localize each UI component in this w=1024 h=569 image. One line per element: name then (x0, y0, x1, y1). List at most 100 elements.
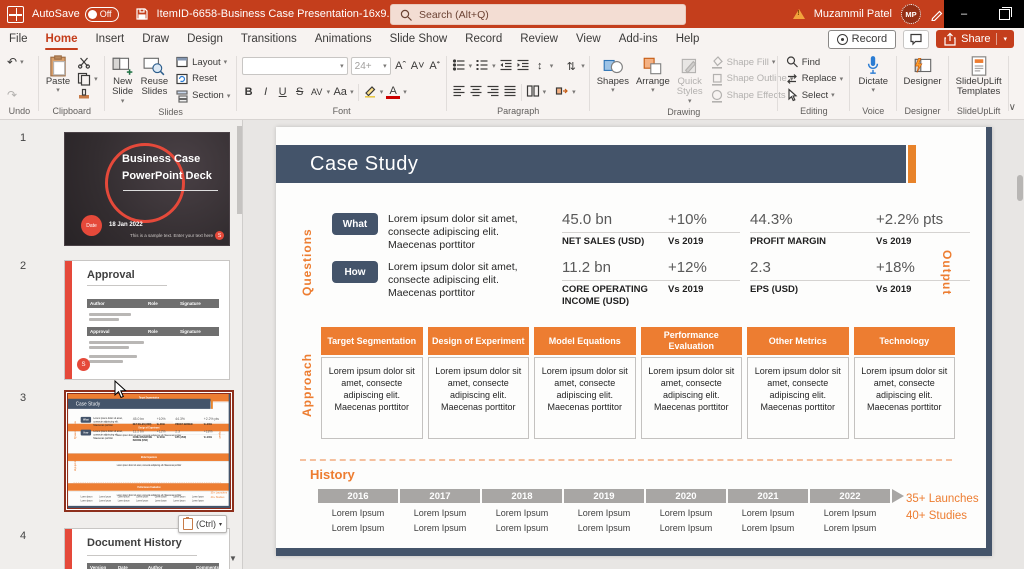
designer-button[interactable]: Designer (902, 53, 944, 105)
cut-button[interactable] (75, 55, 100, 69)
slide-thumbnail-3-selected[interactable]: Case Study Questions WhatLorem ipsum dol… (64, 390, 234, 512)
canvas-scrollbar[interactable] (1017, 175, 1023, 201)
tab-review[interactable]: Review (511, 28, 567, 50)
share-dropdown-caret-icon[interactable]: ▾ (1003, 35, 1007, 43)
shrink-font-button[interactable]: A˅ (411, 60, 425, 72)
question-row[interactable]: HowLorem ipsum dolor sit amet, consecte … (332, 261, 540, 300)
ink-pen-icon[interactable] (930, 7, 944, 21)
smartart-button[interactable] (555, 84, 569, 101)
thumbnail-scroll-down-icon[interactable]: ▼ (229, 554, 237, 563)
new-slide-button[interactable]: New Slide▾ (110, 53, 136, 106)
record-button[interactable]: Record (828, 30, 896, 49)
autosave-toggle[interactable]: Off (85, 7, 119, 22)
strikethrough-button[interactable]: S (293, 86, 307, 98)
autosave-control[interactable]: AutoSave Off (32, 7, 119, 22)
paste-options-button[interactable]: (Ctrl) ▾ (178, 515, 227, 533)
line-spacing-button[interactable]: ↕ (533, 60, 547, 72)
font-color-button[interactable]: A (386, 86, 400, 99)
approach-box[interactable]: Target SegmentationLorem ipsum dolor sit… (321, 327, 423, 439)
shapes-button[interactable]: Shapes▾ (595, 53, 631, 106)
comments-button[interactable] (903, 30, 929, 49)
tab-help[interactable]: Help (667, 28, 709, 50)
bold-button[interactable]: B (242, 86, 256, 98)
user-name[interactable]: Muzammil Patel (814, 8, 892, 20)
copy-button[interactable]: ▾ (75, 72, 100, 86)
tab-view[interactable]: View (567, 28, 610, 50)
tab-draw[interactable]: Draw (133, 28, 178, 50)
replace-button[interactable]: Replace▾ (783, 72, 845, 86)
powerpoint-app-icon[interactable] (7, 6, 24, 23)
approach-box[interactable]: Design of ExperimentLorem ipsum dolor si… (428, 327, 530, 439)
tab-design[interactable]: Design (178, 28, 232, 50)
tab-home[interactable]: Home (37, 28, 87, 50)
underline-button[interactable]: U (276, 86, 290, 98)
reuse-slides-button[interactable]: Reuse Slides (139, 53, 170, 106)
approach-box[interactable]: Performance EvaluationLorem ipsum dolor … (641, 327, 743, 439)
tab-animations[interactable]: Animations (306, 28, 381, 50)
redo-button[interactable]: ↷ (5, 88, 34, 102)
clear-formatting-button[interactable]: A𝆴 (428, 60, 442, 73)
slide-canvas[interactable]: Case Study Questions WhatLorem ipsum dol… (243, 120, 1024, 569)
text-highlight-button[interactable] (363, 84, 377, 101)
tab-record[interactable]: Record (456, 28, 511, 50)
arrange-button[interactable]: Arrange▾ (634, 53, 672, 106)
question-row[interactable]: WhatLorem ipsum dolor sit amet, consecte… (332, 213, 540, 252)
approach-box[interactable]: TechnologyLorem ipsum dolor sit amet, co… (854, 327, 956, 439)
approach-box[interactable]: Other MetricsLorem ipsum dolor sit amet,… (747, 327, 849, 439)
slide-editing-area[interactable]: Case Study Questions WhatLorem ipsum dol… (68, 394, 230, 508)
search-input[interactable]: Search (Alt+Q) (390, 4, 686, 25)
save-icon[interactable] (135, 7, 149, 21)
slideuplift-templates-button[interactable]: SlideUpLift Templates (954, 53, 1004, 105)
undo-button[interactable]: ↶▾ (5, 55, 34, 69)
paste-button[interactable]: Paste ▾ (44, 53, 72, 105)
slide-thumbnail-4[interactable]: Document History Version Date Author Com… (64, 528, 230, 569)
change-case-button[interactable]: Aa (333, 86, 347, 98)
metric-label: Vs 2019 (157, 423, 173, 426)
tab-slide-show[interactable]: Slide Show (381, 28, 457, 50)
tab-add-ins[interactable]: Add-ins (610, 28, 667, 50)
columns-button[interactable] (526, 84, 540, 101)
align-right-button[interactable] (486, 84, 500, 101)
find-button[interactable]: Find (783, 55, 845, 69)
character-spacing-button[interactable]: A︎V (310, 87, 324, 97)
warning-icon[interactable] (793, 9, 805, 19)
select-button[interactable]: Select▾ (783, 88, 845, 102)
columns-icon (526, 84, 540, 98)
slide-editing-area[interactable]: Case Study Questions WhatLorem ipsum dol… (276, 127, 992, 556)
approach-box[interactable]: Model EquationsLorem ipsum dolor sit ame… (534, 327, 636, 439)
format-painter-button[interactable] (75, 88, 100, 102)
slide-title-banner[interactable]: Case Study (276, 145, 906, 183)
quick-styles-button[interactable]: Quick Styles▾ (675, 53, 705, 106)
section-button[interactable]: Section▾ (173, 89, 232, 103)
reset-button[interactable]: Reset (173, 72, 232, 86)
avatar[interactable]: MP (901, 4, 921, 24)
font-size-combo[interactable]: 24+▾ (351, 57, 391, 75)
italic-button[interactable]: I (259, 86, 273, 98)
bullets-button[interactable] (452, 58, 466, 75)
share-button[interactable]: Share ▾ (936, 30, 1014, 48)
dictate-button[interactable]: Dictate▾ (857, 53, 891, 105)
font-name-combo[interactable]: ▾ (242, 57, 348, 75)
slide-thumbnail-2[interactable]: Approval Author Role Signature Approval … (64, 260, 230, 380)
align-center-button[interactable] (469, 84, 483, 101)
restore-button[interactable] (984, 0, 1024, 28)
minimize-button[interactable]: – (944, 0, 984, 28)
justify-button[interactable] (503, 84, 517, 101)
grow-font-button[interactable]: Aˆ (394, 60, 408, 72)
document-title[interactable]: ItemID-6658-Business Case Presentation-1… (157, 8, 411, 20)
decrease-indent-button[interactable] (499, 58, 513, 75)
history-cell: Lorem Ipsum (115, 495, 133, 498)
align-left-button[interactable] (452, 84, 466, 101)
increase-indent-button[interactable] (516, 58, 530, 75)
slide-thumbnail-1[interactable]: Business Case PowerPoint Deck Date 18 Ja… (64, 132, 230, 246)
layout-button[interactable]: Layout▾ (173, 55, 232, 69)
text-direction-button[interactable]: ⇅ (564, 60, 578, 73)
numbering-button[interactable] (475, 58, 489, 75)
tab-file[interactable]: File (0, 28, 37, 50)
mouse-cursor (114, 380, 127, 404)
collapse-ribbon-icon[interactable]: ∨ (1009, 102, 1016, 113)
tab-transitions[interactable]: Transitions (232, 28, 306, 50)
tab-insert[interactable]: Insert (86, 28, 133, 50)
thumbnail-scrollbar[interactable] (237, 126, 242, 214)
approach-box-body: Lorem ipsum dolor sit amet, consecte adi… (747, 357, 849, 439)
